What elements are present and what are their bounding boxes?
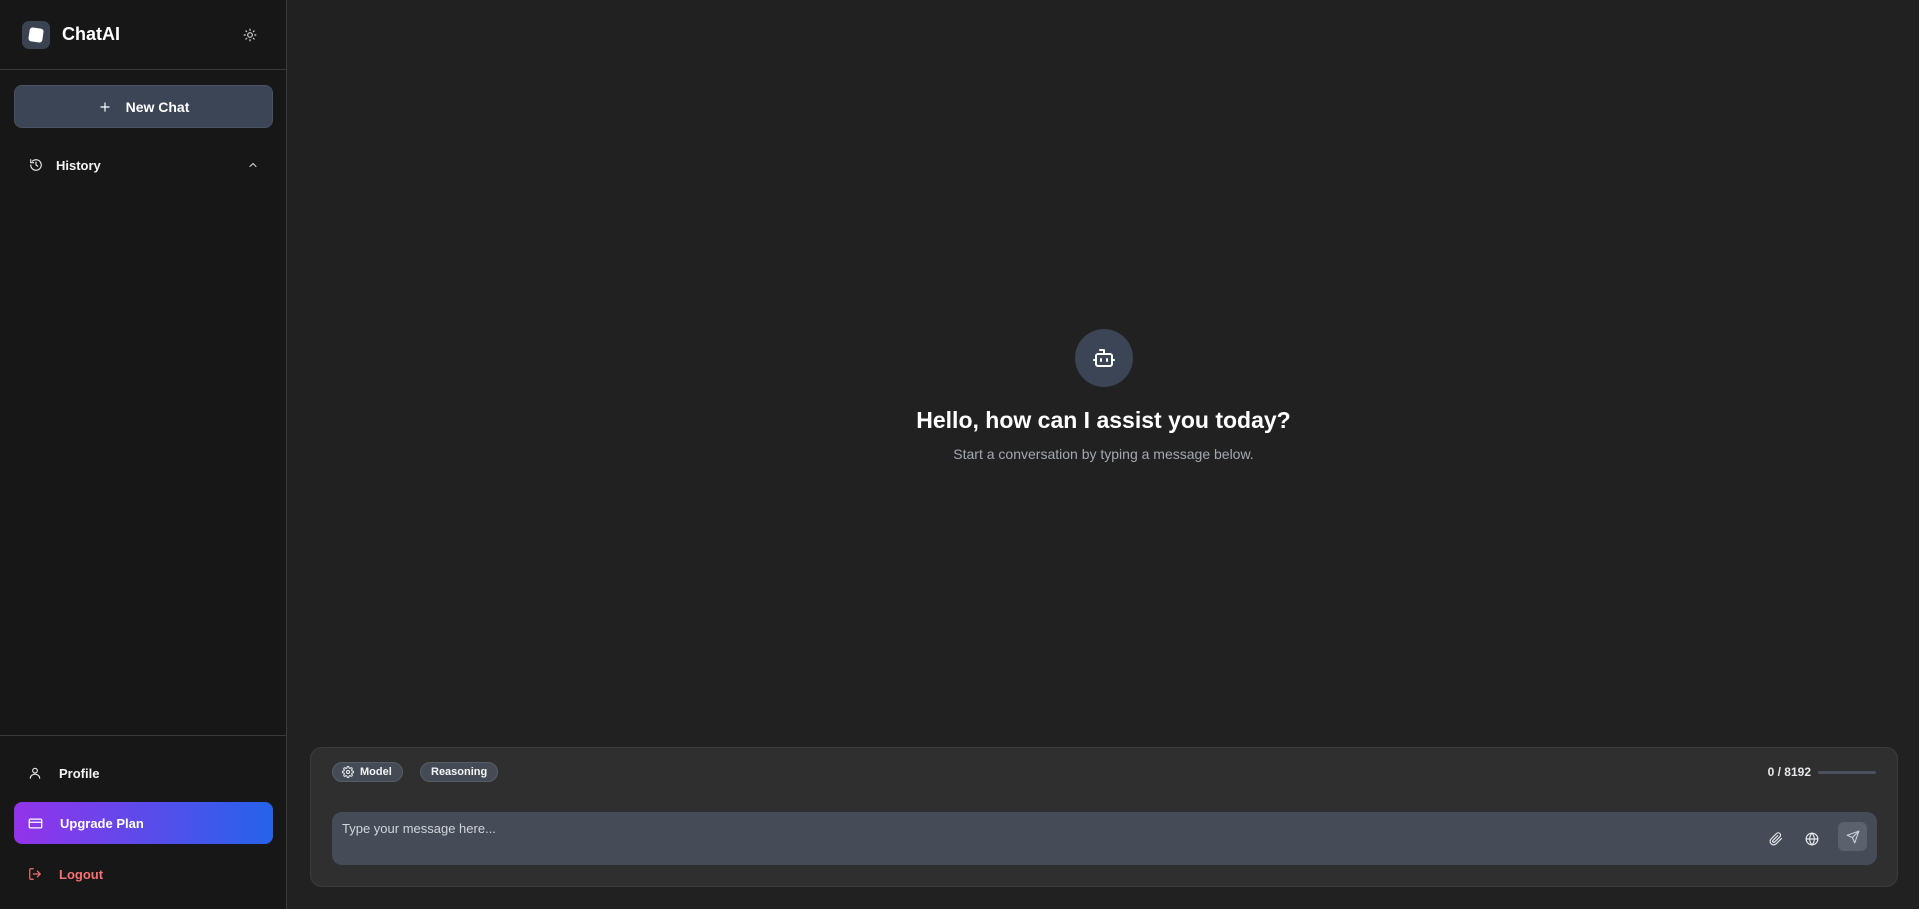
assistant-avatar	[1075, 329, 1133, 387]
welcome-title: Hello, how can I assist you today?	[916, 407, 1291, 433]
character-count-text: 0 / 8192	[1767, 765, 1811, 779]
credit-card-icon	[28, 818, 43, 828]
send-button[interactable]	[1838, 822, 1867, 851]
upgrade-plan-label: Upgrade Plan	[60, 815, 144, 831]
model-selector-chip[interactable]: Model	[332, 762, 403, 782]
bot-icon	[1093, 349, 1115, 367]
character-count-bar	[1818, 770, 1876, 774]
paperclip-icon	[1769, 832, 1783, 846]
chevron-up-icon	[249, 162, 257, 168]
logout-icon	[29, 868, 41, 880]
upgrade-plan-button[interactable]: Upgrade Plan	[14, 802, 273, 844]
history-icon	[30, 159, 42, 171]
character-counter: 0 / 8192	[1768, 765, 1876, 779]
gear-icon	[342, 766, 354, 778]
sidebar-footer: Profile Upgrade Plan Logout	[0, 735, 287, 909]
logout-button[interactable]: Logout	[14, 853, 273, 895]
attach-button[interactable]	[1766, 829, 1786, 849]
profile-button[interactable]: Profile	[14, 752, 273, 794]
logout-label: Logout	[59, 866, 104, 882]
reasoning-chip[interactable]: Reasoning	[420, 762, 499, 782]
reasoning-chip-label: Reasoning	[431, 766, 488, 778]
theme-toggle-button[interactable]	[240, 25, 260, 45]
send-icon	[1846, 830, 1859, 843]
globe-icon	[1805, 832, 1819, 846]
sun-icon	[243, 28, 257, 42]
sidebar-header: ChatAI	[0, 0, 286, 70]
logo-mark	[28, 26, 44, 43]
plus-icon	[99, 101, 110, 112]
sidebar: ChatAI New Chat History Profile Upgrade …	[0, 0, 287, 909]
model-chip-label: Model	[360, 766, 392, 778]
profile-label: Profile	[59, 765, 100, 781]
message-input-container	[332, 812, 1877, 865]
user-icon	[29, 767, 41, 779]
app-title: ChatAI	[62, 24, 120, 44]
message-composer: Model Reasoning 0 / 8192	[310, 747, 1898, 887]
web-search-button[interactable]	[1802, 829, 1822, 849]
history-label: History	[56, 157, 101, 173]
app-logo	[22, 20, 50, 49]
message-input[interactable]	[342, 818, 1642, 838]
welcome-subtitle: Start a conversation by typing a message…	[953, 446, 1254, 462]
new-chat-label: New Chat	[125, 98, 190, 115]
new-chat-button[interactable]: New Chat	[14, 85, 273, 128]
history-toggle[interactable]: History	[14, 152, 273, 178]
